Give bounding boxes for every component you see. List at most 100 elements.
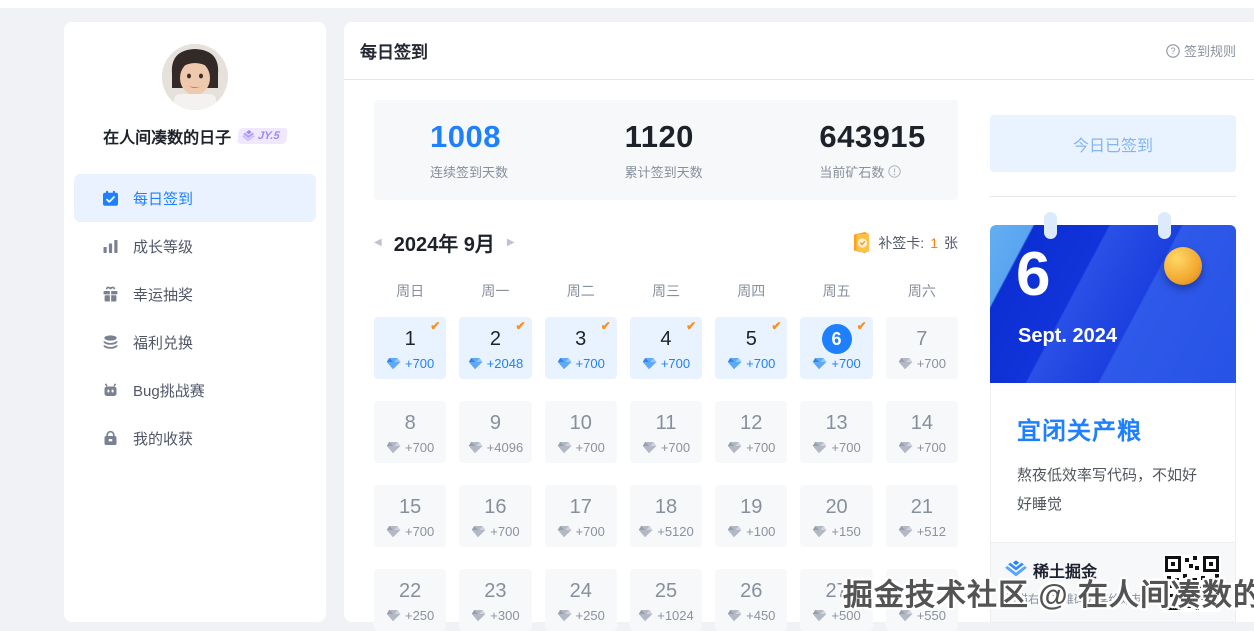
sidebar-item-label: 福利兑换 [133, 332, 193, 353]
fortune-section: 宜闭关产粮 熬夜低效率写代码，不如好好睡觉 [990, 383, 1236, 543]
calendar-day-11[interactable]: 11+700 [630, 401, 702, 463]
makeup-card-info[interactable]: 补签卡: 1 张 [851, 231, 958, 254]
calendar-day-14[interactable]: 14+700 [886, 401, 958, 463]
day-reward: +2048 [459, 356, 531, 371]
binder-ring [1044, 212, 1057, 239]
day-number: 9 [459, 408, 531, 438]
calendar-day-6[interactable]: 6 ✔ +700 [800, 317, 872, 379]
calendar-day-15[interactable]: 15+700 [374, 485, 446, 547]
day-number: 15 [374, 492, 446, 522]
card-date-label: Sept. 2024 [1018, 325, 1117, 348]
today-circle: 6 [822, 324, 852, 354]
info-circle-icon[interactable] [888, 165, 901, 178]
day-number: 27 [800, 576, 872, 606]
day-number: 10 [545, 408, 617, 438]
juejin-logo-icon [1005, 560, 1027, 580]
bug-challenge-icon [102, 382, 119, 399]
top-strip [0, 0, 1254, 8]
calendar-day-20[interactable]: 20 +150 [800, 485, 872, 547]
ore-gem-icon [727, 441, 742, 454]
calendar-grid: 1✔+7002✔+20483✔+7004✔+7005✔+7006✔+7007+7… [374, 317, 958, 631]
day-reward: +700 [800, 440, 872, 455]
ore-gem-icon [557, 441, 572, 454]
calendar-day-24[interactable]: 24+250 [545, 569, 617, 631]
checkin-rules-link[interactable]: ? 签到规则 [1166, 41, 1236, 60]
calendar-day-12[interactable]: 12+700 [715, 401, 787, 463]
calendar-day-18[interactable]: 18+5120 [630, 485, 702, 547]
day-reward: +150 [800, 524, 872, 539]
sidebar-item-lucky-draw[interactable]: 幸运抽奖 [74, 270, 316, 318]
calendar-day-9[interactable]: 9+4096 [459, 401, 531, 463]
day-reward: +300 [459, 608, 531, 623]
sidebar-item-welfare-exchange[interactable]: 福利兑换 [74, 318, 316, 366]
check-icon: ✔ [857, 319, 867, 333]
calendar-day-16[interactable]: 16+700 [459, 485, 531, 547]
calendar-day-7[interactable]: 7+700 [886, 317, 958, 379]
calendar-day-2[interactable]: 2✔+2048 [459, 317, 531, 379]
share-footer: 稀土掘金 扫描右侧二维码分享给好友 [990, 543, 1236, 623]
calendar-day-4[interactable]: 4✔+700 [630, 317, 702, 379]
stat-value: 1008 [430, 119, 569, 155]
day-number: 8 [374, 408, 446, 438]
calendar-day-3[interactable]: 3✔+700 [545, 317, 617, 379]
day-number: 20 [800, 492, 872, 522]
calendar-day-8[interactable]: 8+700 [374, 401, 446, 463]
stat-value: 643915 [819, 119, 958, 155]
calendar-day-28[interactable]: 28+550 [886, 569, 958, 631]
sidebar-item-daily-checkin[interactable]: 每日签到 [74, 174, 316, 222]
calendar-day-19[interactable]: 19+100 [715, 485, 787, 547]
rules-label: 签到规则 [1184, 41, 1236, 60]
next-month-button[interactable]: ▶ [507, 238, 515, 248]
sidebar-item-label: 成长等级 [133, 236, 193, 257]
calendar-day-21[interactable]: 21+512 [886, 485, 958, 547]
calendar-header: ◀ 2024年 9月 ▶ 补签卡: 1 张 [374, 228, 958, 257]
ore-gem-icon [812, 357, 827, 370]
day-number: 21 [886, 492, 958, 522]
weekday-label: 周四 [715, 281, 787, 301]
level-badge-label: JY.5 [258, 130, 281, 142]
calendar-day-1[interactable]: 1✔+700 [374, 317, 446, 379]
ore-gem-icon [386, 609, 401, 622]
calendar-day-13[interactable]: 13+700 [800, 401, 872, 463]
sidebar-item-growth-level[interactable]: 成长等级 [74, 222, 316, 270]
day-number: 24 [545, 576, 617, 606]
day-number: 23 [459, 576, 531, 606]
calendar-day-25[interactable]: 25+1024 [630, 569, 702, 631]
day-reward: +700 [886, 356, 958, 371]
calendar-day-17[interactable]: 17+700 [545, 485, 617, 547]
ore-gem-icon [898, 357, 913, 370]
month-label: 2024年 9月 [394, 228, 495, 257]
weekday-label: 周五 [800, 281, 872, 301]
stat-ore-count: 643915 当前矿石数 [763, 119, 958, 181]
lucky-draw-icon [102, 286, 119, 303]
ore-gem-icon [642, 441, 657, 454]
fortune-title: 宜闭关产粮 [1017, 411, 1209, 446]
calendar-day-27[interactable]: 27+500 [800, 569, 872, 631]
ore-gem-icon [898, 525, 913, 538]
prev-month-button[interactable]: ◀ [374, 238, 382, 248]
day-reward: +700 [545, 524, 617, 539]
day-number: 11 [630, 408, 702, 438]
calendar-day-10[interactable]: 10 +700 [545, 401, 617, 463]
signed-today-button[interactable]: 今日已签到 [990, 115, 1236, 172]
sidebar-item-my-harvest[interactable]: 我的收获 [74, 414, 316, 462]
day-number: 16 [459, 492, 531, 522]
right-panel: 今日已签到 6 Sept. 2024 宜闭关产粮 熬夜低效率写代码，不如好好睡觉… [990, 115, 1236, 623]
calendar-day-23[interactable]: 23 +300 [459, 569, 531, 631]
day-reward: +700 [800, 356, 872, 371]
ore-gem-icon [727, 525, 742, 538]
stats-bar: 1008 连续签到天数 1120 累计签到天数 643915 当前矿石数 [374, 100, 958, 200]
stat-label: 连续签到天数 [430, 162, 569, 181]
check-icon: ✔ [686, 319, 696, 333]
day-reward: +700 [545, 440, 617, 455]
day-number: 25 [630, 576, 702, 606]
avatar[interactable] [162, 44, 228, 110]
sidebar-item-bug-challenge[interactable]: Bug挑战赛 [74, 366, 316, 414]
calendar-day-26[interactable]: 26+450 [715, 569, 787, 631]
calendar-check-icon [102, 190, 119, 207]
calendar-day-5[interactable]: 5✔+700 [715, 317, 787, 379]
ore-gem-icon [557, 525, 572, 538]
weekday-row: 周日周一周二周三周四周五周六 [374, 281, 958, 301]
ore-gem-icon [727, 357, 742, 370]
calendar-day-22[interactable]: 22+250 [374, 569, 446, 631]
